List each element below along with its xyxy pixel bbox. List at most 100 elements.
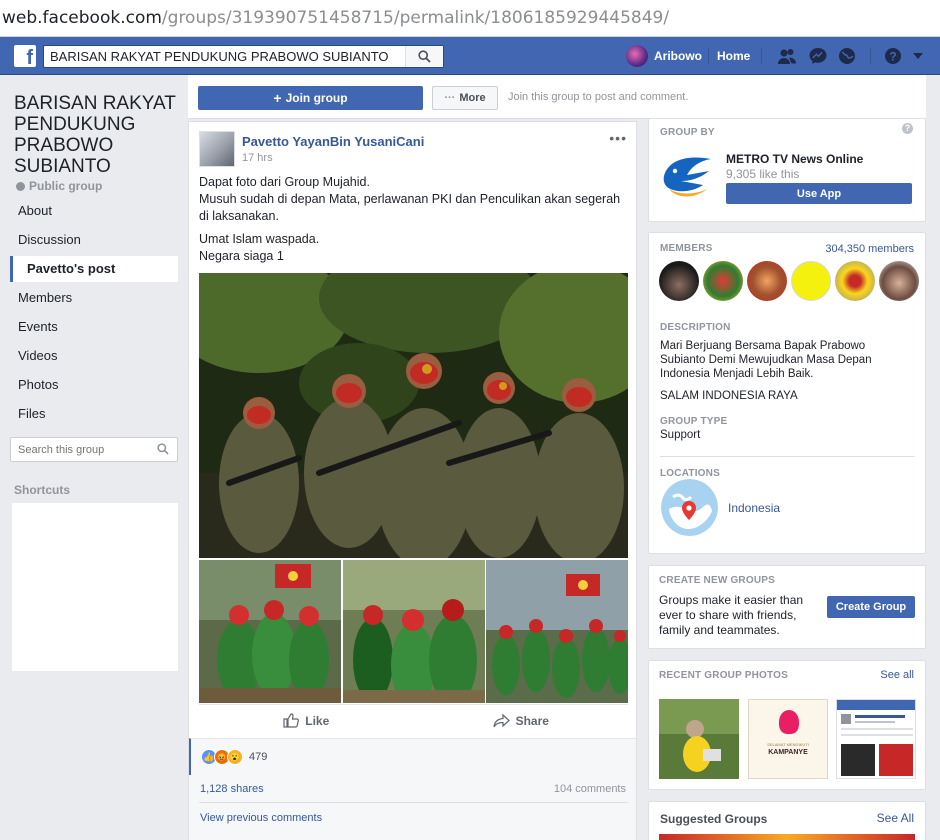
- photo-caption: SELAMAT MENGIKUTI: [767, 742, 809, 747]
- suggested-groups-card: Suggested Groups See All: [648, 801, 926, 840]
- nav-item-photos[interactable]: Photos: [10, 370, 178, 399]
- help-icon[interactable]: ?: [902, 123, 913, 134]
- search-icon: [418, 50, 431, 63]
- home-link[interactable]: Home: [717, 49, 750, 63]
- reaction-count[interactable]: 479: [249, 751, 267, 763]
- post-photo-thumb[interactable]: [486, 560, 628, 703]
- group-description: Mari Berjuang Bersama Bapak Prabowo Subi…: [660, 340, 872, 380]
- post-photo-thumb[interactable]: [343, 560, 485, 703]
- plus-icon: +: [273, 90, 282, 106]
- facebook-top-bar: f Aribowo Home ?: [0, 37, 940, 75]
- nav-item-members[interactable]: Members: [10, 283, 178, 312]
- members-count[interactable]: 304,350 members: [825, 243, 914, 255]
- member-avatar[interactable]: [659, 261, 699, 301]
- suggested-groups-heading: Suggested Groups: [660, 812, 768, 826]
- messenger-icon[interactable]: [808, 47, 828, 65]
- global-search-input[interactable]: [44, 46, 404, 67]
- map-location-icon[interactable]: [661, 479, 718, 536]
- photo-content: [486, 560, 628, 703]
- locations-heading: LOCATIONS: [660, 468, 720, 479]
- nav-item-videos[interactable]: Videos: [10, 341, 178, 370]
- profile-link[interactable]: Aribowo: [626, 44, 702, 68]
- group-search-input[interactable]: [11, 438, 151, 461]
- post-timestamp[interactable]: 17 hrs: [242, 152, 273, 164]
- post-line: Negara siaga 1: [199, 249, 284, 263]
- member-avatar[interactable]: [703, 261, 743, 301]
- shortcuts-heading: Shortcuts: [14, 483, 71, 497]
- member-avatar[interactable]: [791, 261, 831, 301]
- metro-tv-logo-icon[interactable]: [659, 151, 715, 201]
- join-group-label: Join group: [285, 91, 348, 105]
- figure-icon: [779, 710, 799, 734]
- recent-photos-see-all-link[interactable]: See all: [880, 669, 914, 681]
- browser-url-bar[interactable]: web.facebook.com/groups/319390751458715/…: [0, 0, 940, 37]
- like-label: Like: [305, 713, 330, 728]
- post-photo-thumb[interactable]: [199, 560, 341, 703]
- member-avatar[interactable]: [835, 261, 875, 301]
- dropdown-caret-icon[interactable]: [912, 51, 924, 61]
- svg-text:?: ?: [889, 50, 896, 64]
- photo-content: [199, 560, 341, 703]
- location-link[interactable]: Indonesia: [728, 501, 780, 515]
- help-icon[interactable]: ?: [883, 47, 903, 65]
- shortcuts-panel: [12, 503, 178, 671]
- divider: [199, 802, 628, 803]
- suggested-group-cover[interactable]: [659, 834, 915, 840]
- left-column: BARISAN RAKYAT PENDUKUNG PRABOWO SUBIANT…: [0, 75, 188, 840]
- reaction-emojis: 👍 😡 😮: [201, 749, 243, 765]
- join-hint: Join this group to post and comment.: [508, 91, 689, 103]
- nav-item-events[interactable]: Events: [10, 312, 178, 341]
- group-description-salam: SALAM INDONESIA RAYA: [660, 390, 798, 402]
- like-button[interactable]: Like: [199, 705, 414, 736]
- nav-item-discussion[interactable]: Discussion: [10, 225, 178, 254]
- author-avatar[interactable]: [199, 131, 235, 167]
- globe-notifications-icon[interactable]: [837, 47, 857, 65]
- recent-photo[interactable]: SELAMAT MENGIKUTI KAMPANYE: [748, 699, 828, 779]
- user-avatar: [626, 45, 648, 67]
- post-options-icon[interactable]: •••: [609, 130, 627, 146]
- photo-caption: KAMPANYE: [768, 749, 808, 756]
- about-card: MEMBERS 304,350 members DESCRIPTION Mari…: [648, 232, 926, 554]
- create-group-button[interactable]: Create Group: [827, 596, 915, 618]
- post-author[interactable]: Pavetto YayanBin YusaniCani: [242, 134, 424, 149]
- share-button[interactable]: Share: [414, 705, 629, 736]
- recent-photo[interactable]: [836, 699, 916, 779]
- group-title[interactable]: BARISAN RAKYAT PENDUKUNG PRABOWO SUBIANT…: [14, 93, 184, 177]
- post-action-bar: Like Share: [199, 704, 628, 736]
- recent-photos-heading: RECENT GROUP PHOTOS: [659, 670, 789, 681]
- nav-item-files[interactable]: Files: [10, 399, 178, 428]
- thumbs-up-icon: [283, 713, 300, 728]
- shares-count[interactable]: 1,128 shares: [200, 783, 264, 795]
- member-avatar[interactable]: [879, 261, 919, 301]
- members-heading: MEMBERS: [660, 243, 713, 254]
- friends-icon[interactable]: [777, 47, 797, 65]
- wow-reaction-icon: 😮: [227, 749, 243, 765]
- nav-item-about[interactable]: About: [10, 196, 178, 225]
- divider: [761, 48, 762, 64]
- post-photo-row: [199, 560, 628, 703]
- more-label: More: [459, 92, 486, 104]
- group-type-value: Support: [660, 429, 701, 441]
- post-line: Musuh sudah di depan Mata, perlawanan PK…: [199, 192, 621, 223]
- more-button[interactable]: ··· More: [432, 86, 498, 110]
- search-icon[interactable]: [157, 443, 169, 455]
- privacy-text: Public group: [29, 179, 103, 193]
- facebook-logo-icon[interactable]: f: [14, 45, 36, 67]
- globe-icon: [16, 181, 25, 191]
- group-owner-page-name[interactable]: METRO TV News Online: [726, 152, 863, 166]
- suggested-see-all-link[interactable]: See All: [877, 811, 914, 825]
- reactions-bar[interactable]: 👍 😡 😮 479: [189, 738, 636, 775]
- global-search-box: [43, 45, 444, 68]
- search-button[interactable]: [405, 46, 443, 67]
- group-search-box: [10, 437, 178, 462]
- create-groups-heading: CREATE NEW GROUPS: [659, 575, 775, 586]
- post-photo-main[interactable]: [199, 273, 628, 558]
- nav-item-post[interactable]: Pavetto's post: [10, 256, 178, 282]
- comments-count[interactable]: 104 comments: [554, 783, 626, 795]
- join-group-button[interactable]: + Join group: [198, 86, 423, 110]
- group-nav: About Discussion Pavetto's post Members …: [10, 196, 178, 428]
- member-avatar[interactable]: [747, 261, 787, 301]
- use-app-button[interactable]: Use App: [726, 183, 912, 204]
- recent-photo[interactable]: [659, 699, 739, 779]
- view-previous-comments-link[interactable]: View previous comments: [200, 812, 322, 824]
